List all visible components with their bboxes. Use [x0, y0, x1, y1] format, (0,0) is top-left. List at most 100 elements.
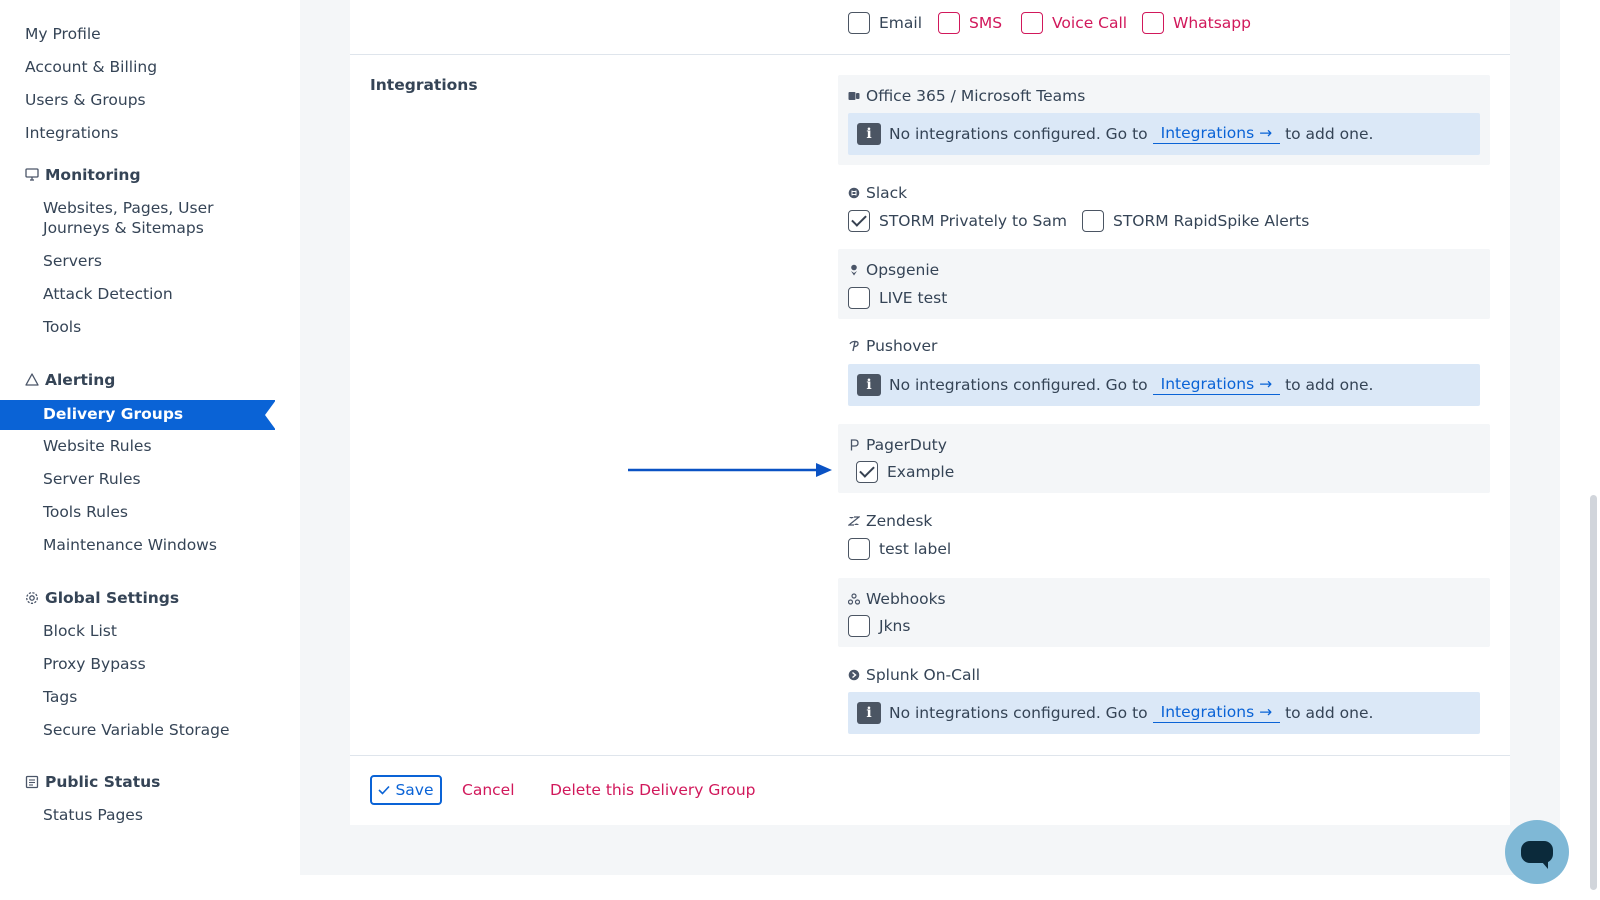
- section-divider: [350, 54, 1510, 55]
- option-label: Example: [887, 463, 955, 481]
- integration-title: Zendesk: [847, 512, 933, 530]
- alert-text-before: No integrations configured. Go to: [889, 376, 1148, 394]
- sidebar-item-my-profile[interactable]: My Profile: [25, 25, 101, 43]
- integrations-link[interactable]: Integrations →: [1152, 124, 1281, 144]
- info-icon: i: [857, 374, 881, 396]
- delete-delivery-group-button[interactable]: Delete this Delivery Group: [550, 781, 756, 799]
- sidebar-heading-alerting: Alerting: [24, 371, 115, 389]
- zendesk-icon: [847, 515, 861, 527]
- integrations-section-label: Integrations: [370, 76, 478, 94]
- sidebar-item-block-list[interactable]: Block List: [43, 622, 117, 640]
- opsgenie-option-live-test[interactable]: LIVE test: [848, 287, 947, 309]
- channel-voice-call[interactable]: Voice Call: [1021, 12, 1127, 34]
- sidebar-item-integrations[interactable]: Integrations: [25, 124, 118, 142]
- splunk-no-integrations-alert: i No integrations configured. Go to Inte…: [848, 692, 1480, 734]
- sidebar-item-maintenance-windows[interactable]: Maintenance Windows: [43, 536, 217, 554]
- webhooks-option-jkns[interactable]: Jkns: [848, 615, 910, 637]
- integration-title: Opsgenie: [848, 261, 939, 279]
- chat-icon: [1521, 841, 1553, 869]
- form-actions-divider: [350, 755, 1510, 756]
- sidebar-item-account-billing[interactable]: Account & Billing: [25, 58, 157, 76]
- sidebar-item-label: Delivery Groups: [43, 405, 184, 423]
- sidebar-heading-label: Global Settings: [45, 589, 180, 607]
- info-icon: i: [857, 702, 881, 724]
- sidebar-item-users-groups[interactable]: Users & Groups: [25, 91, 146, 109]
- integration-webhooks: Webhooks: [838, 578, 1490, 647]
- sidebar-item-status-pages[interactable]: Status Pages: [43, 806, 143, 824]
- whatsapp-checkbox[interactable]: [1142, 12, 1164, 34]
- info-icon: i: [857, 123, 881, 145]
- sidebar-item-websites-line2[interactable]: Journeys & Sitemaps: [43, 219, 204, 237]
- save-button-label: Save: [395, 781, 434, 799]
- sidebar-item-server-rules[interactable]: Server Rules: [43, 470, 141, 488]
- zendesk-option-test-label[interactable]: test label: [848, 538, 951, 560]
- integrations-link[interactable]: Integrations →: [1152, 375, 1281, 395]
- splunk-icon: [848, 669, 860, 681]
- sms-checkbox[interactable]: [938, 12, 960, 34]
- sidebar-item-attack-detection[interactable]: Attack Detection: [43, 285, 173, 303]
- slack-icon: [848, 187, 860, 199]
- voice-call-checkbox[interactable]: [1021, 12, 1043, 34]
- cancel-button[interactable]: Cancel: [462, 781, 515, 799]
- channel-whatsapp[interactable]: Whatsapp: [1142, 12, 1251, 34]
- integration-title-label: PagerDuty: [866, 436, 947, 454]
- opsgenie-live-test-checkbox[interactable]: [848, 287, 870, 309]
- zendesk-test-label-checkbox[interactable]: [848, 538, 870, 560]
- monitor-icon: [24, 167, 39, 183]
- sms-label: SMS: [969, 14, 1003, 32]
- sidebar-item-proxy-bypass[interactable]: Proxy Bypass: [43, 655, 146, 673]
- sidebar-heading-label: Monitoring: [45, 166, 141, 184]
- pagerduty-icon: [848, 439, 860, 451]
- sidebar-item-website-rules[interactable]: Website Rules: [43, 437, 152, 455]
- sidebar-item-tags[interactable]: Tags: [43, 688, 77, 706]
- opsgenie-icon: [848, 264, 860, 276]
- webhooks-icon: [847, 593, 861, 605]
- integrations-link[interactable]: Integrations →: [1152, 703, 1281, 723]
- integration-title-label: Pushover: [866, 337, 938, 355]
- integration-title-label: Splunk On-Call: [866, 666, 981, 684]
- sidebar-heading-global-settings: Global Settings: [24, 589, 179, 607]
- sidebar-item-tools[interactable]: Tools: [43, 318, 81, 336]
- alert-text-before: No integrations configured. Go to: [889, 125, 1148, 143]
- teams-icon: [848, 90, 860, 102]
- whatsapp-label: Whatsapp: [1173, 14, 1251, 32]
- channel-email[interactable]: Email: [848, 12, 922, 34]
- integration-title: Splunk On-Call: [848, 666, 980, 684]
- pagerduty-example-checkbox[interactable]: [856, 461, 878, 483]
- integration-title-label: Zendesk: [866, 512, 933, 530]
- sidebar-item-delivery-groups[interactable]: Delivery Groups: [0, 400, 276, 430]
- sidebar-item-servers[interactable]: Servers: [43, 252, 102, 270]
- option-label: Jkns: [879, 617, 911, 635]
- alert-text-after: to add one.: [1285, 125, 1374, 143]
- webhooks-jkns-checkbox[interactable]: [848, 615, 870, 637]
- save-button[interactable]: Save: [370, 775, 442, 805]
- integration-title-label: Webhooks: [866, 590, 946, 608]
- slack-storm-rapidspike-checkbox[interactable]: [1082, 210, 1104, 232]
- pagerduty-option-example[interactable]: Example: [856, 461, 954, 483]
- sidebar-heading-public-status: Public Status: [24, 773, 160, 791]
- channel-sms[interactable]: SMS: [938, 12, 1002, 34]
- integration-title-label: Slack: [866, 184, 908, 202]
- integration-title: Office 365 / Microsoft Teams: [848, 87, 1085, 105]
- slack-option-storm-privately[interactable]: STORM Privately to Sam: [848, 210, 1067, 232]
- integration-title: Pushover: [848, 337, 937, 355]
- slack-option-storm-rapidspike[interactable]: STORM RapidSpike Alerts: [1082, 210, 1309, 232]
- sidebar-item-tools-rules[interactable]: Tools Rules: [43, 503, 128, 521]
- email-checkbox[interactable]: [848, 12, 870, 34]
- check-icon: [378, 785, 391, 795]
- integration-title: Slack: [848, 184, 907, 202]
- sidebar-item-secure-variable-storage[interactable]: Secure Variable Storage: [43, 721, 230, 739]
- integration-title-label: Opsgenie: [866, 261, 940, 279]
- option-label: STORM Privately to Sam: [879, 212, 1067, 230]
- warning-icon: [24, 372, 39, 388]
- sidebar-item-websites[interactable]: Websites, Pages, User: [43, 199, 214, 217]
- gear-icon: [24, 591, 39, 606]
- document-icon: [24, 775, 39, 790]
- sidebar-heading-label: Alerting: [45, 371, 116, 389]
- office365-no-integrations-alert: i No integrations configured. Go to Inte…: [848, 113, 1480, 155]
- chat-launcher-button[interactable]: [1505, 820, 1569, 884]
- scrollbar-thumb[interactable]: [1590, 495, 1597, 890]
- option-label: test label: [879, 540, 952, 558]
- slack-storm-privately-checkbox[interactable]: [848, 210, 870, 232]
- sidebar-heading-label: Public Status: [45, 773, 161, 791]
